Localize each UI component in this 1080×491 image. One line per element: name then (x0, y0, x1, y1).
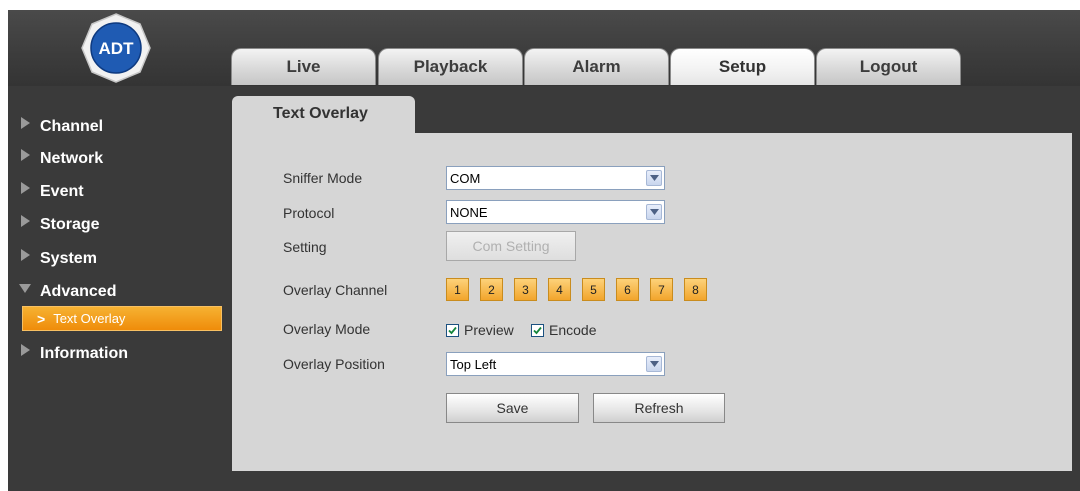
tab-alarm[interactable]: Alarm (524, 48, 669, 85)
tab-label: Alarm (572, 57, 621, 76)
sniffer-mode-select[interactable]: COM (446, 166, 665, 190)
triangle-right-icon (21, 117, 30, 129)
channel-2-button[interactable]: 2 (480, 278, 503, 301)
save-button[interactable]: Save (446, 393, 579, 423)
sidebar-item-label: Channel (40, 118, 104, 135)
protocol-label: Protocol (283, 205, 335, 221)
overlay-mode-label: Overlay Mode (283, 321, 371, 337)
sidebar-item-network[interactable]: Network (18, 146, 103, 172)
chevron-down-icon (646, 170, 662, 186)
setting-label: Setting (283, 239, 327, 255)
sidebar-item-channel[interactable]: Channel (18, 114, 103, 140)
sidebar: Channel Network Event Storage System Adv… (8, 86, 228, 491)
chevron-right-icon: > (37, 310, 46, 327)
sidebar-item-label: Network (40, 150, 104, 167)
triangle-right-icon (21, 344, 30, 356)
sidebar-item-label: System (40, 250, 97, 267)
refresh-button[interactable]: Refresh (593, 393, 725, 423)
overlay-channel-label: Overlay Channel (283, 282, 388, 298)
triangle-right-icon (21, 215, 30, 227)
channel-number: 5 (590, 282, 597, 297)
com-setting-label: Com Setting (472, 238, 550, 254)
com-setting-button[interactable]: Com Setting (446, 231, 576, 261)
channel-number: 8 (692, 282, 699, 297)
tab-label: Logout (859, 57, 918, 76)
sidebar-item-information[interactable]: Information (18, 341, 128, 367)
channel-1-button[interactable]: 1 (446, 278, 469, 301)
checkmark-icon (446, 323, 459, 337)
chevron-down-icon (646, 356, 662, 372)
sidebar-item-label: Storage (40, 216, 100, 233)
channel-number: 7 (658, 282, 665, 297)
channel-number: 6 (624, 282, 631, 297)
channel-8-button[interactable]: 8 (684, 278, 707, 301)
channel-number: 4 (556, 282, 563, 297)
app-frame: ADT Live Playback Alarm Setup Logout Cha… (8, 10, 1080, 491)
overlay-position-value: Top Left (450, 356, 497, 372)
preview-label: Preview (464, 322, 514, 338)
triangle-down-icon (19, 284, 31, 293)
sidebar-subitem-label: Text Overlay (53, 311, 126, 326)
sidebar-item-storage[interactable]: Storage (18, 212, 100, 238)
triangle-right-icon (21, 182, 30, 194)
channel-number: 1 (454, 282, 461, 297)
channel-number: 3 (522, 282, 529, 297)
channel-number: 2 (488, 282, 495, 297)
tab-label: Setup (718, 57, 767, 76)
overlay-position-label: Overlay Position (283, 356, 385, 372)
channel-4-button[interactable]: 4 (548, 278, 571, 301)
chevron-down-icon (646, 204, 662, 220)
top-bar: ADT Live Playback Alarm Setup Logout (8, 10, 1080, 86)
adt-logo: ADT (81, 13, 151, 83)
settings-panel: Sniffer Mode COM Protocol NONE Setting C… (232, 133, 1072, 471)
sidebar-item-system[interactable]: System (18, 246, 97, 272)
protocol-value: NONE (450, 204, 488, 220)
encode-checkbox[interactable]: Encode (531, 322, 596, 338)
tab-setup[interactable]: Setup (670, 48, 815, 85)
panel-title-tab: Text Overlay (232, 96, 415, 133)
save-label: Save (496, 400, 529, 416)
protocol-select[interactable]: NONE (446, 200, 665, 224)
triangle-right-icon (21, 249, 30, 261)
tab-live[interactable]: Live (231, 48, 376, 85)
sidebar-item-label: Advanced (40, 283, 117, 300)
tab-label: Playback (413, 57, 488, 76)
sniffer-mode-value: COM (450, 170, 481, 186)
sidebar-item-advanced[interactable]: Advanced (18, 279, 116, 305)
sidebar-subitem-text-overlay[interactable]: > Text Overlay (22, 306, 222, 331)
logo-text: ADT (99, 39, 135, 58)
channel-6-button[interactable]: 6 (616, 278, 639, 301)
panel-title: Text Overlay (273, 105, 368, 122)
channel-3-button[interactable]: 3 (514, 278, 537, 301)
preview-checkbox[interactable]: Preview (446, 322, 514, 338)
refresh-label: Refresh (634, 400, 684, 416)
checkmark-icon (531, 323, 544, 337)
overlay-position-select[interactable]: Top Left (446, 352, 665, 376)
sidebar-item-label: Event (40, 183, 84, 200)
tab-label: Live (286, 57, 321, 76)
channel-5-button[interactable]: 5 (582, 278, 605, 301)
triangle-right-icon (21, 149, 30, 161)
tab-playback[interactable]: Playback (378, 48, 523, 85)
sidebar-item-label: Information (40, 345, 128, 362)
sniffer-mode-label: Sniffer Mode (283, 170, 363, 186)
sidebar-item-event[interactable]: Event (18, 179, 84, 205)
encode-label: Encode (549, 322, 597, 338)
channel-7-button[interactable]: 7 (650, 278, 673, 301)
tab-logout[interactable]: Logout (816, 48, 961, 85)
